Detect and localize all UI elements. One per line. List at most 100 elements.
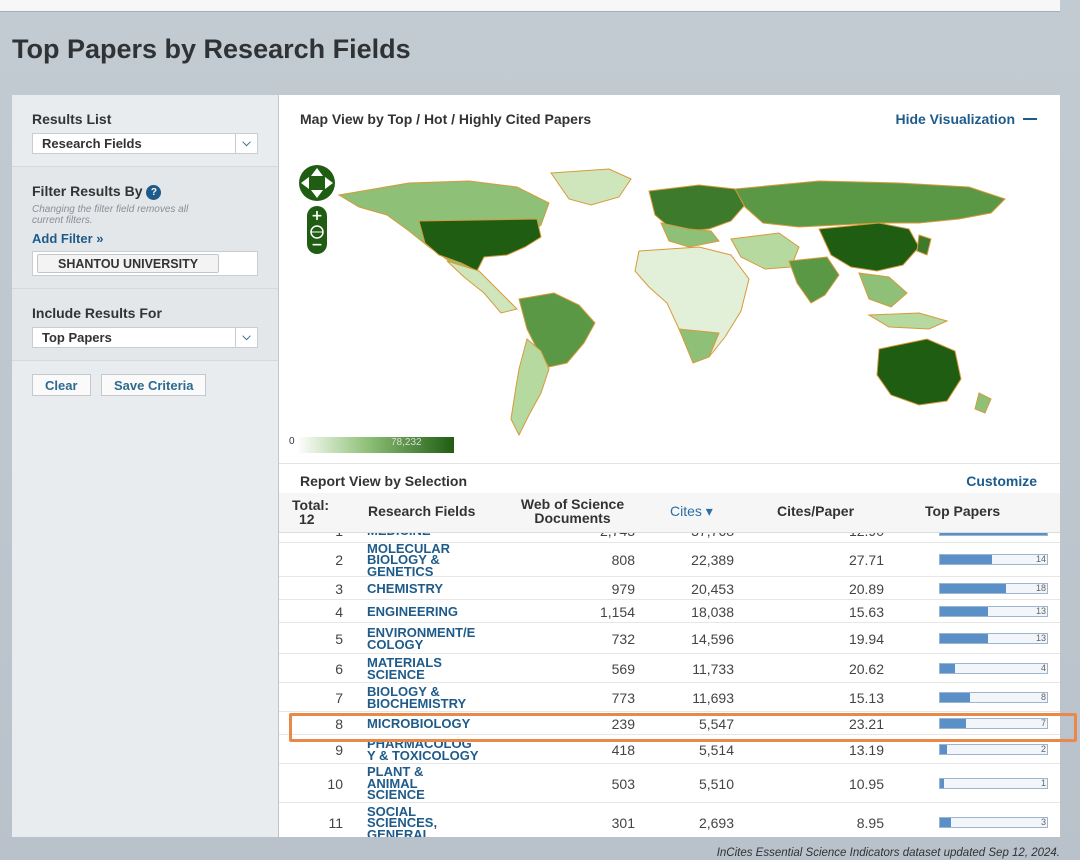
- map-region-southeast-asia: [858, 272, 908, 308]
- zoom-in-glyph: +: [311, 208, 323, 224]
- minus-icon[interactable]: [1023, 118, 1037, 120]
- top-papers-bar-fill: [940, 555, 992, 564]
- row-docs: 1,154: [599, 603, 635, 620]
- map-region-japan-korea: [916, 234, 932, 256]
- row-cites: 11,733: [692, 660, 734, 677]
- top-papers-value: 2: [1040, 743, 1046, 754]
- row-cites-per-paper: 19.94: [848, 630, 884, 647]
- results-list-select[interactable]: Research Fields ⌵: [32, 133, 258, 154]
- top-papers-bar: 8: [939, 691, 1048, 703]
- top-papers-bar: 2: [939, 743, 1048, 755]
- hide-visualization-link[interactable]: Hide Visualization: [895, 111, 1015, 127]
- legend-max: 78,232: [391, 437, 422, 448]
- row-field-line: GENETICS: [367, 563, 434, 579]
- help-icon[interactable]: ?: [146, 185, 162, 200]
- header-cites[interactable]: Cites ▾: [670, 504, 713, 518]
- map-region-china: [818, 222, 920, 272]
- top-papers-bar: 13: [939, 632, 1048, 644]
- row-field-line: GENERAL: [367, 826, 431, 837]
- clear-button[interactable]: Clear: [32, 374, 91, 396]
- top-papers-bar: 13: [939, 605, 1048, 617]
- top-papers-value: 14: [1035, 554, 1046, 564]
- include-section: Include Results For Top Papers ⌵: [12, 289, 278, 361]
- row-cites-per-paper: 15.13: [848, 689, 884, 706]
- row-field-link[interactable]: SOCIAL SCIENCES, GENERAL: [367, 805, 507, 837]
- row-rank: 7: [335, 689, 343, 706]
- row-cites-per-paper: 8.95: [856, 815, 884, 831]
- map-region-australia: [876, 338, 962, 406]
- results-list-section: Results List Research Fields ⌵: [12, 95, 278, 167]
- include-select[interactable]: Top Papers ⌵: [32, 327, 258, 348]
- filter-note-line-2: current filters.: [32, 215, 93, 226]
- row-rank: 5: [335, 630, 343, 647]
- row-cites-per-paper: 13.19: [848, 741, 884, 758]
- world-map[interactable]: + −: [279, 143, 1060, 463]
- top-papers-bar: 18: [939, 582, 1048, 594]
- table-header: Total: 12 Research Fields Web of Science…: [279, 493, 1060, 533]
- row-field-link[interactable]: MEDICINE: [367, 533, 507, 537]
- top-papers-bar: 29: [939, 533, 1048, 536]
- row-docs: 979: [611, 580, 635, 597]
- row-rank: 2: [335, 552, 343, 568]
- chevron-down-icon[interactable]: ⌵: [235, 134, 257, 153]
- row-docs: 301: [611, 815, 635, 831]
- map-legend-bar: [297, 437, 454, 453]
- row-docs: 503: [611, 775, 635, 792]
- top-papers-bar: 4: [939, 662, 1048, 674]
- row-field-link[interactable]: PLANT & ANIMAL SCIENCE: [367, 766, 507, 801]
- row-cites: 5,510: [698, 775, 734, 792]
- row-field-link[interactable]: ENGINEERING: [367, 605, 507, 617]
- header-docs-line-2[interactable]: Documents: [515, 511, 630, 525]
- row-field-link[interactable]: MATERIALS SCIENCE: [367, 656, 507, 680]
- top-papers-value: 3: [1040, 817, 1046, 827]
- customize-link[interactable]: Customize: [966, 473, 1037, 489]
- row-cites-per-paper: 27.71: [848, 552, 884, 568]
- map-header: Map View by Top / Hot / Highly Cited Pap…: [279, 95, 1060, 143]
- highlight-box: [289, 713, 1077, 742]
- row-field-link[interactable]: ENVIRONMENT/E COLOGY: [367, 626, 507, 650]
- filter-note-line-1: Changing the filter field removes all: [32, 204, 189, 215]
- footnote: InCites Essential Science Indicators dat…: [716, 847, 1060, 859]
- top-strip: [0, 0, 1060, 12]
- table-row: 5 ENVIRONMENT/E COLOGY 732 14,596 19.94 13: [279, 623, 1060, 654]
- header-top-papers[interactable]: Top Papers: [925, 504, 1000, 518]
- save-criteria-button[interactable]: Save Criteria: [100, 374, 207, 396]
- table-row: 10 PLANT & ANIMAL SCIENCE 503 5,510 10.95 1: [279, 764, 1060, 803]
- row-rank: 1: [319, 533, 343, 539]
- filter-box: SHANTOU UNIVERSITY: [32, 251, 258, 276]
- map-controls[interactable]: + −: [297, 158, 341, 258]
- total-value: 12: [299, 511, 315, 527]
- row-field-link[interactable]: CHEMISTRY: [367, 582, 507, 594]
- top-papers-bar-fill: [940, 744, 948, 754]
- map-region-usa: [418, 218, 542, 272]
- row-rank: 6: [335, 660, 343, 677]
- chevron-down-icon[interactable]: ⌵: [235, 328, 257, 347]
- top-papers-value: 18: [1035, 582, 1046, 593]
- row-docs: 773: [611, 689, 635, 706]
- top-papers-bar: 1: [939, 777, 1048, 789]
- add-filter-link[interactable]: Add Filter »: [32, 231, 104, 246]
- include-label: Include Results For: [32, 305, 162, 321]
- map-region-middle-east: [730, 232, 800, 270]
- top-papers-value: 13: [1035, 632, 1046, 643]
- report-title: Report View by Selection: [300, 473, 468, 489]
- top-papers-bar-fill: [940, 818, 952, 827]
- table-row: 3 CHEMISTRY 979 20,453 20.89 18: [279, 577, 1060, 600]
- filter-chip[interactable]: SHANTOU UNIVERSITY: [37, 254, 220, 273]
- top-papers-value: 8: [1040, 691, 1046, 702]
- row-cites: 18,038: [691, 603, 734, 620]
- row-rank: 11: [328, 815, 343, 831]
- row-rank: 4: [335, 603, 343, 620]
- row-docs: 808: [611, 552, 635, 568]
- map-region-indonesia: [867, 312, 949, 330]
- row-docs: 418: [611, 741, 635, 758]
- header-cites-per-paper[interactable]: Cites/Paper: [777, 504, 854, 518]
- table-row: 7 BIOLOGY & BIOCHEMISTRY 773 11,693 15.13 8: [279, 683, 1060, 712]
- top-papers-bar-fill: [940, 583, 1007, 593]
- row-field-link[interactable]: BIOLOGY & BIOCHEMISTRY: [367, 685, 507, 709]
- header-docs-line-1[interactable]: Web of Science: [515, 497, 630, 511]
- row-field-link[interactable]: MOLECULAR BIOLOGY & GENETICS: [367, 542, 507, 579]
- report-header: Report View by Selection Customize: [279, 463, 1060, 493]
- header-research-fields[interactable]: Research Fields: [368, 504, 475, 518]
- top-papers-value: 4: [1040, 662, 1046, 673]
